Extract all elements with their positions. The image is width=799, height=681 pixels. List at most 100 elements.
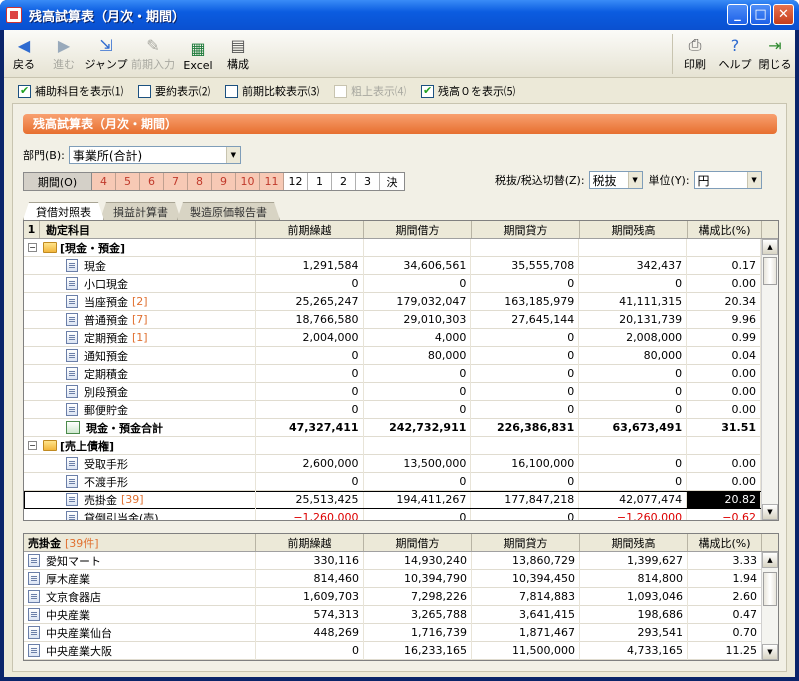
unit-select[interactable]: 円 ▼ (693, 171, 762, 189)
collapse-icon[interactable]: − (28, 243, 37, 252)
scroll-down-icon[interactable]: ▼ (762, 644, 778, 660)
period-month[interactable]: 6 (140, 173, 164, 190)
table-row[interactable]: 中央産業仙台 448,269 1,716,739 1,871,467 293,541 0.… (24, 623, 778, 642)
checkbox[interactable] (18, 84, 31, 98)
balance-cell: 1,399,627 (580, 551, 688, 570)
period-month[interactable]: 8 (188, 173, 212, 190)
period-month[interactable]: 1 (308, 173, 332, 190)
table-row[interactable]: − [現金・預金] (24, 238, 778, 257)
checkbox[interactable] (334, 84, 347, 98)
close-window-button[interactable]: ✕ (773, 4, 794, 25)
table-row[interactable]: 当座預金 [2] 25,265,247 179,032,047 163,185,979 4… (24, 292, 778, 311)
level-button[interactable]: 1 (24, 221, 40, 238)
print-button[interactable]: ⎙ 印刷 (675, 30, 715, 76)
table-row[interactable]: 定期預金 [1] 2,004,000 4,000 0 2,008,000 0.99 (24, 328, 778, 347)
period-month[interactable]: 4 (92, 173, 116, 190)
option-show-sub-accounts[interactable]: 補助科目を表示⑴ (18, 83, 123, 99)
table-row[interactable]: 定期積金 0 0 0 0 0.00 (24, 364, 778, 383)
table-row[interactable]: 文京食器店 1,609,703 7,298,226 7,814,883 1,093,04… (24, 587, 778, 606)
table-row[interactable]: 小口現金 0 0 0 0 0.00 (24, 274, 778, 293)
table-row[interactable]: − [売上債権] (24, 436, 778, 455)
balance-cell: 41,111,315 (579, 292, 688, 311)
client-area: ◀ 戻る ▶ 進む ⇲ ジャンプ ✎ 前期入力 ▦ Excel ▤ 構成 ⎙ 印刷 ? ヘルプ … (4, 30, 795, 677)
table-row[interactable]: 通知預金 0 80,000 0 80,000 0.04 (24, 346, 778, 365)
chevron-down-icon[interactable]: ▼ (746, 172, 761, 188)
scroll-up-icon[interactable]: ▲ (762, 552, 778, 568)
credit-cell: 177,847,218 (471, 490, 580, 509)
tab-balance-sheet[interactable]: 貸借対照表 (23, 202, 104, 220)
table-row[interactable]: 現金 1,291,584 34,606,561 35,555,708 342,437 0.… (24, 256, 778, 275)
table-row[interactable]: 愛知マート 330,116 14,930,240 13,860,729 1,399,62… (24, 551, 778, 570)
period-month[interactable]: 5 (116, 173, 140, 190)
maximize-button[interactable]: □ (750, 4, 771, 25)
close-button[interactable]: ⇥ 閉じる (755, 30, 795, 76)
checkbox[interactable] (225, 84, 238, 98)
table-row[interactable]: 普通預金 [7] 18,766,580 29,010,303 27,645,144 20,… (24, 310, 778, 329)
period-month[interactable]: 7 (164, 173, 188, 190)
chevron-down-icon[interactable]: ▼ (225, 147, 240, 163)
tab-income-statement[interactable]: 損益計算書 (100, 202, 181, 220)
credit-cell: 0 (471, 508, 580, 520)
option-prev-compare[interactable]: 前期比較表示⑶ (225, 83, 319, 99)
chevron-down-icon[interactable]: ▼ (627, 172, 642, 188)
excel-button[interactable]: ▦ Excel (178, 30, 218, 76)
compose-button[interactable]: ▤ 構成 (218, 30, 258, 76)
sub-count: [2] (132, 295, 148, 308)
period-month[interactable]: 9 (212, 173, 236, 190)
account-cell: 定期預金 [1] (24, 328, 256, 347)
jump-button[interactable]: ⇲ ジャンプ (84, 30, 128, 76)
prev-balance-cell: −1,260,000 (256, 508, 364, 520)
collapse-icon[interactable]: − (28, 441, 37, 450)
option-show-zero-balance[interactable]: 残高０を表示⑸ (421, 83, 515, 99)
scroll-thumb[interactable] (763, 572, 777, 606)
period-settlement[interactable]: 決 (380, 173, 404, 190)
table-row[interactable]: 中央産業 574,313 3,265,788 3,641,415 198,686 0.47 (24, 605, 778, 624)
vertical-scrollbar[interactable]: ▲ ▼ (761, 552, 778, 660)
ratio-cell: 31.51 (687, 418, 762, 437)
minimize-button[interactable]: _ (727, 4, 748, 25)
prev-input-button[interactable]: ✎ 前期入力 (128, 30, 178, 76)
table-row[interactable]: 現金・預金合計 47,327,411 242,732,911 226,386,831 6… (24, 418, 778, 437)
account-icon (66, 493, 78, 506)
col-ratio: 構成比(%) (688, 221, 762, 238)
account-icon (66, 367, 78, 380)
department-select[interactable]: 事業所(合計) ▼ (68, 146, 241, 164)
scroll-up-icon[interactable]: ▲ (762, 239, 778, 255)
help-button[interactable]: ? ヘルプ (715, 30, 755, 76)
table-row[interactable]: 厚木産業 814,460 10,394,790 10,394,450 814,800 1.… (24, 569, 778, 588)
table-row[interactable]: 郵便貯金 0 0 0 0 0.00 (24, 400, 778, 419)
table-row[interactable]: 貸倒引当金(売) −1,260,000 0 0 −1,260,000 −0.62 (24, 508, 778, 520)
period-month[interactable]: 12 (284, 173, 308, 190)
checkbox[interactable] (421, 84, 434, 98)
period-label[interactable]: 期間(O) (24, 173, 92, 190)
table-row[interactable]: 受取手形 2,600,000 13,500,000 16,100,000 0 0.00 (24, 454, 778, 473)
title-bar[interactable]: 残高試算表（月次・期間） _ □ ✕ (0, 0, 799, 30)
period-month[interactable]: 10 (236, 173, 260, 190)
ratio-cell: 2.60 (688, 587, 762, 606)
table-row[interactable]: 売掛金 [39] 25,513,425 194,411,267 177,847,218 4… (24, 490, 778, 509)
account-icon (66, 457, 78, 470)
period-month[interactable]: 2 (332, 173, 356, 190)
ratio-cell (687, 436, 762, 455)
scroll-thumb[interactable] (763, 257, 777, 285)
scroll-down-icon[interactable]: ▼ (762, 504, 778, 520)
ratio-cell: 0.70 (688, 623, 762, 642)
tab-manufacturing-cost[interactable]: 製造原価報告書 (177, 202, 280, 220)
option-gross-view[interactable]: 粗上表示⑷ (334, 83, 406, 99)
back-button[interactable]: ◀ 戻る (4, 30, 44, 76)
table-row[interactable]: 不渡手形 0 0 0 0 0.00 (24, 472, 778, 491)
option-summary-view[interactable]: 要約表示⑵ (138, 83, 210, 99)
account-cell: 貸倒引当金(売) (24, 508, 256, 520)
balance-cell: 0 (579, 454, 688, 473)
table-row[interactable]: 中央産業大阪 0 16,233,165 11,500,000 4,733,165 11.2… (24, 641, 778, 660)
forward-button[interactable]: ▶ 進む (44, 30, 84, 76)
checkbox[interactable] (138, 84, 151, 98)
period-month[interactable]: 3 (356, 173, 380, 190)
period-month[interactable]: 11 (260, 173, 284, 190)
customer-cell: 文京食器店 (24, 587, 256, 606)
balance-cell: 0 (579, 400, 688, 419)
table-row[interactable]: 別段預金 0 0 0 0 0.00 (24, 382, 778, 401)
tax-select[interactable]: 税抜 ▼ (588, 171, 643, 189)
vertical-scrollbar[interactable]: ▲ ▼ (761, 239, 778, 520)
balance-cell: −1,260,000 (579, 508, 688, 520)
